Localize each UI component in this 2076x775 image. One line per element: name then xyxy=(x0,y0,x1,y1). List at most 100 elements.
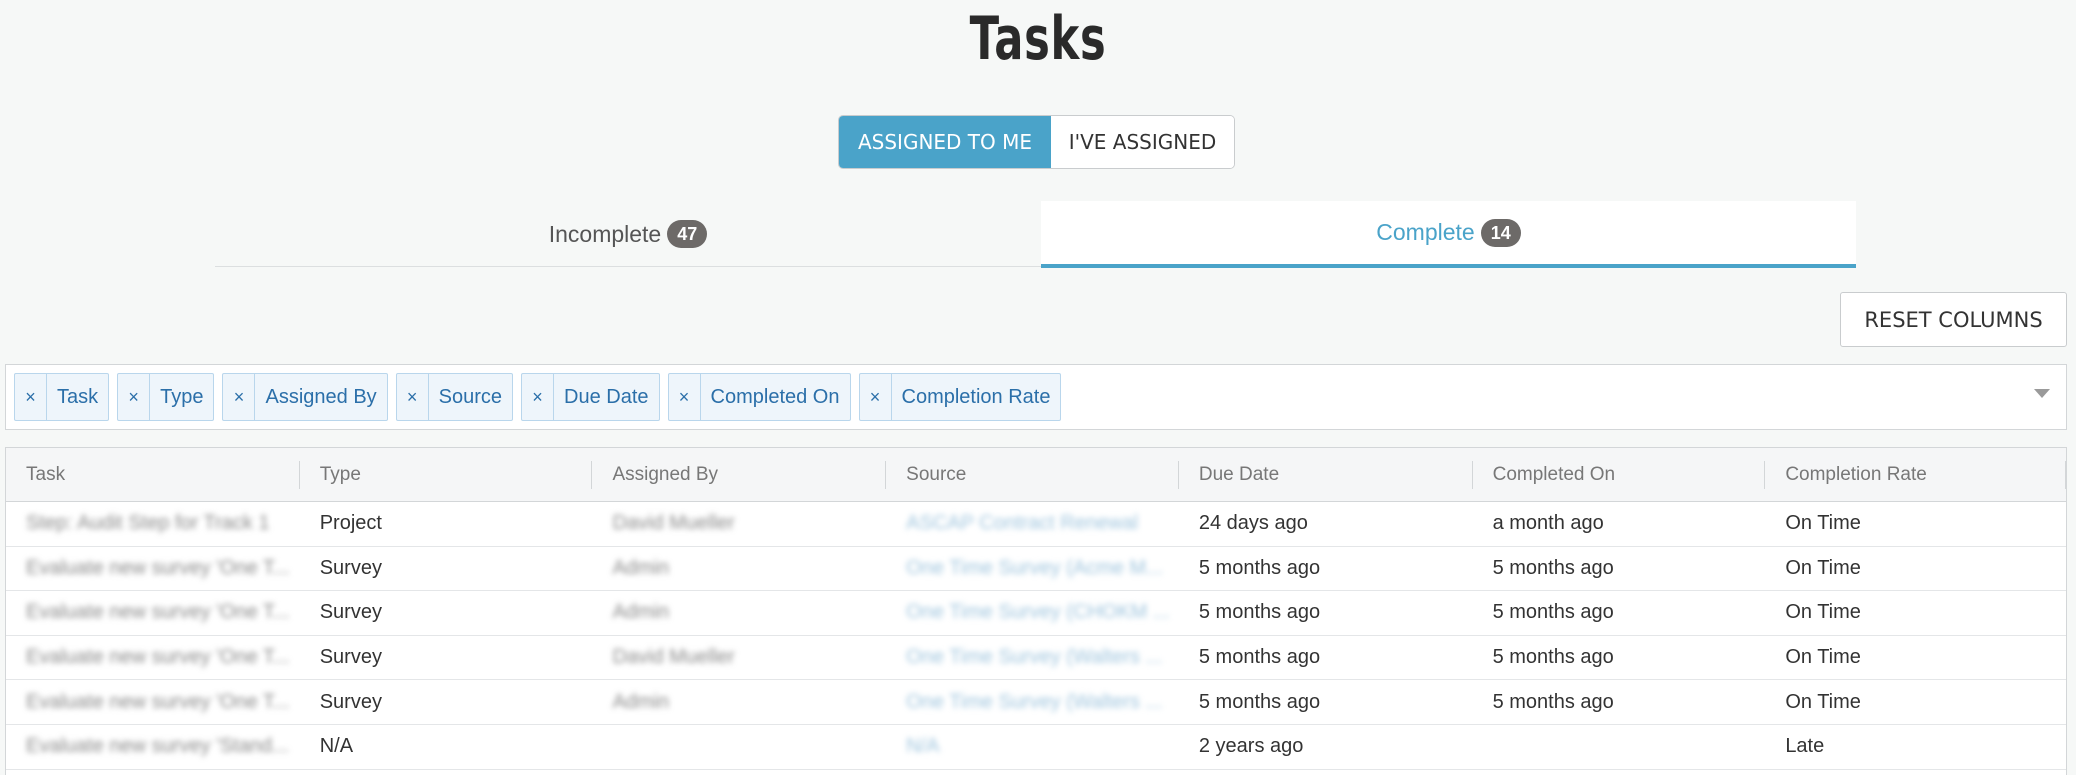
remove-chip-icon[interactable]: × xyxy=(397,374,429,420)
completed-on-cell: 5 months ago xyxy=(1492,646,1614,669)
table-row[interactable]: Evaluate new survey 'Stand... N/A N/A 2 … xyxy=(6,725,2066,770)
column-chip-source[interactable]: × Source xyxy=(395,373,514,421)
chevron-down-icon[interactable] xyxy=(2034,389,2050,398)
count-badge: 14 xyxy=(1480,218,1521,247)
column-chip-completed-on[interactable]: × Completed On xyxy=(667,373,851,421)
due-date-cell: 5 months ago xyxy=(1198,601,1321,624)
due-date-cell: 5 months ago xyxy=(1198,556,1321,579)
column-chip-due-date[interactable]: × Due Date xyxy=(521,373,660,421)
column-header-due-date[interactable]: Due Date xyxy=(1179,448,1473,501)
column-header-type[interactable]: Type xyxy=(300,448,593,501)
column-header-source[interactable]: Source xyxy=(886,448,1179,501)
source-link[interactable]: ASCAP Contract Renewal xyxy=(886,502,1179,546)
task-cell[interactable]: Evaluate new survey 'One T... xyxy=(6,547,300,591)
type-cell: Survey xyxy=(319,690,382,713)
column-header-completion-rate[interactable]: Completion Rate xyxy=(1765,448,2067,501)
table-row[interactable]: Evaluate new survey 'One T... Survey Adm… xyxy=(6,547,2066,592)
completion-rate-cell: Late xyxy=(1785,735,1825,758)
task-cell[interactable]: Evaluate new survey 'One T... xyxy=(6,680,300,724)
completed-on-cell xyxy=(1473,725,1766,769)
chip-label: Type xyxy=(160,385,204,408)
page-title: Tasks xyxy=(969,4,1107,74)
source-link[interactable]: N/A xyxy=(886,725,1179,769)
column-chip-task[interactable]: × Task xyxy=(14,373,110,421)
chip-label: Source xyxy=(438,385,503,408)
tab-label: Complete xyxy=(1376,219,1475,245)
assigned-by-cell: Admin xyxy=(612,601,670,624)
completed-on-cell: 5 months ago xyxy=(1492,601,1614,624)
remove-chip-icon[interactable]: × xyxy=(223,374,256,420)
completed-on-cell: 5 months ago xyxy=(1492,690,1614,713)
remove-chip-icon[interactable]: × xyxy=(522,374,555,420)
header-label: Task xyxy=(26,463,66,485)
type-cell: N/A xyxy=(319,735,354,758)
due-date-cell: 24 days ago xyxy=(1198,512,1308,535)
chip-label: Completed On xyxy=(710,385,840,408)
column-header-assigned-by[interactable]: Assigned By xyxy=(592,448,887,501)
source-link[interactable]: One Time Survey (Walters ... xyxy=(886,680,1179,724)
completed-on-cell: 5 months ago xyxy=(1492,556,1614,579)
count-badge: 47 xyxy=(667,220,708,248)
header-label: Completed On xyxy=(1492,463,1616,485)
source-link[interactable]: One Time Survey (CHOKM ... xyxy=(886,591,1179,635)
table-row[interactable]: Step: Audit Step for Track 1 Project Dav… xyxy=(6,502,2066,547)
grid-header: Task Type Assigned By Source Due Date Co… xyxy=(6,448,2067,502)
remove-chip-icon[interactable]: × xyxy=(15,374,47,420)
header-label: Source xyxy=(906,463,967,485)
tab-complete[interactable]: Complete 14 xyxy=(1041,201,1856,268)
chip-label: Due Date xyxy=(564,385,649,408)
tasks-grid: Task Type Assigned By Source Due Date Co… xyxy=(5,447,2067,775)
task-cell[interactable]: Evaluate new survey 'One T... xyxy=(6,636,300,680)
chip-label: Completion Rate xyxy=(901,385,1051,408)
assigned-by-cell: Admin xyxy=(612,690,670,713)
assigned-by-cell: David Mueller xyxy=(612,646,735,669)
completed-on-cell: a month ago xyxy=(1492,512,1604,535)
column-picker[interactable]: × Task × Type × Assigned By × Source × D… xyxy=(5,364,2067,430)
source-link[interactable]: One Time Survey (Walters ... xyxy=(886,636,1179,680)
table-row[interactable]: Evaluate new survey 'One T... Survey Adm… xyxy=(6,591,2066,636)
column-header-task[interactable]: Task xyxy=(6,448,300,501)
assignment-toggle: ASSIGNED TO ME I'VE ASSIGNED xyxy=(838,115,1235,169)
column-chip-completion-rate[interactable]: × Completion Rate xyxy=(858,373,1062,421)
chip-label: Task xyxy=(57,385,99,408)
header-label: Completion Rate xyxy=(1785,463,1927,485)
remove-chip-icon[interactable]: × xyxy=(118,374,151,420)
completion-rate-cell: On Time xyxy=(1785,512,1861,535)
assigned-by-cell: David Mueller xyxy=(612,512,735,535)
header-label: Assigned By xyxy=(612,463,719,485)
assigned-to-me-button[interactable]: ASSIGNED TO ME xyxy=(839,116,1051,168)
task-cell[interactable]: Step: Audit Step for Track 1 xyxy=(6,502,300,546)
remove-chip-icon[interactable]: × xyxy=(669,374,701,420)
completion-rate-cell: On Time xyxy=(1785,646,1861,669)
due-date-cell: 2 years ago xyxy=(1198,735,1304,758)
ive-assigned-button[interactable]: I'VE ASSIGNED xyxy=(1051,116,1234,168)
task-cell[interactable]: Evaluate new survey 'One T... xyxy=(6,591,300,635)
type-cell: Survey xyxy=(319,646,382,669)
completion-rate-cell: On Time xyxy=(1785,556,1861,579)
header-label: Due Date xyxy=(1198,463,1280,485)
table-row[interactable]: Evaluate new survey 'One T... Survey Adm… xyxy=(6,680,2066,725)
type-cell: Survey xyxy=(319,556,382,579)
task-cell[interactable]: Evaluate new survey 'Stand... xyxy=(6,725,300,769)
header-label: Type xyxy=(319,463,361,485)
chip-label: Assigned By xyxy=(265,385,377,408)
table-row[interactable]: Evaluate new survey 'One T... Survey Dav… xyxy=(6,636,2066,681)
completion-rate-cell: On Time xyxy=(1785,601,1861,624)
due-date-cell: 5 months ago xyxy=(1198,690,1321,713)
assigned-by-cell: Admin xyxy=(612,556,670,579)
tab-incomplete[interactable]: Incomplete 47 xyxy=(215,201,1041,267)
source-link[interactable]: One Time Survey (Acme M... xyxy=(886,547,1179,591)
completion-rate-cell: On Time xyxy=(1785,690,1861,713)
type-cell: Project xyxy=(319,512,382,535)
remove-chip-icon[interactable]: × xyxy=(860,374,892,420)
column-chip-assigned-by[interactable]: × Assigned By xyxy=(222,373,388,421)
column-header-completed-on[interactable]: Completed On xyxy=(1473,448,1766,501)
assigned-by-cell xyxy=(592,725,886,769)
tab-label: Incomplete xyxy=(548,220,662,247)
column-chip-type[interactable]: × Type xyxy=(117,373,215,421)
reset-columns-button[interactable]: RESET COLUMNS xyxy=(1840,292,2067,347)
tasks-page: Tasks ASSIGNED TO ME I'VE ASSIGNED Incom… xyxy=(0,0,2076,775)
due-date-cell: 5 months ago xyxy=(1198,646,1321,669)
type-cell: Survey xyxy=(319,601,382,624)
column-resize-handle[interactable] xyxy=(2065,461,2067,489)
